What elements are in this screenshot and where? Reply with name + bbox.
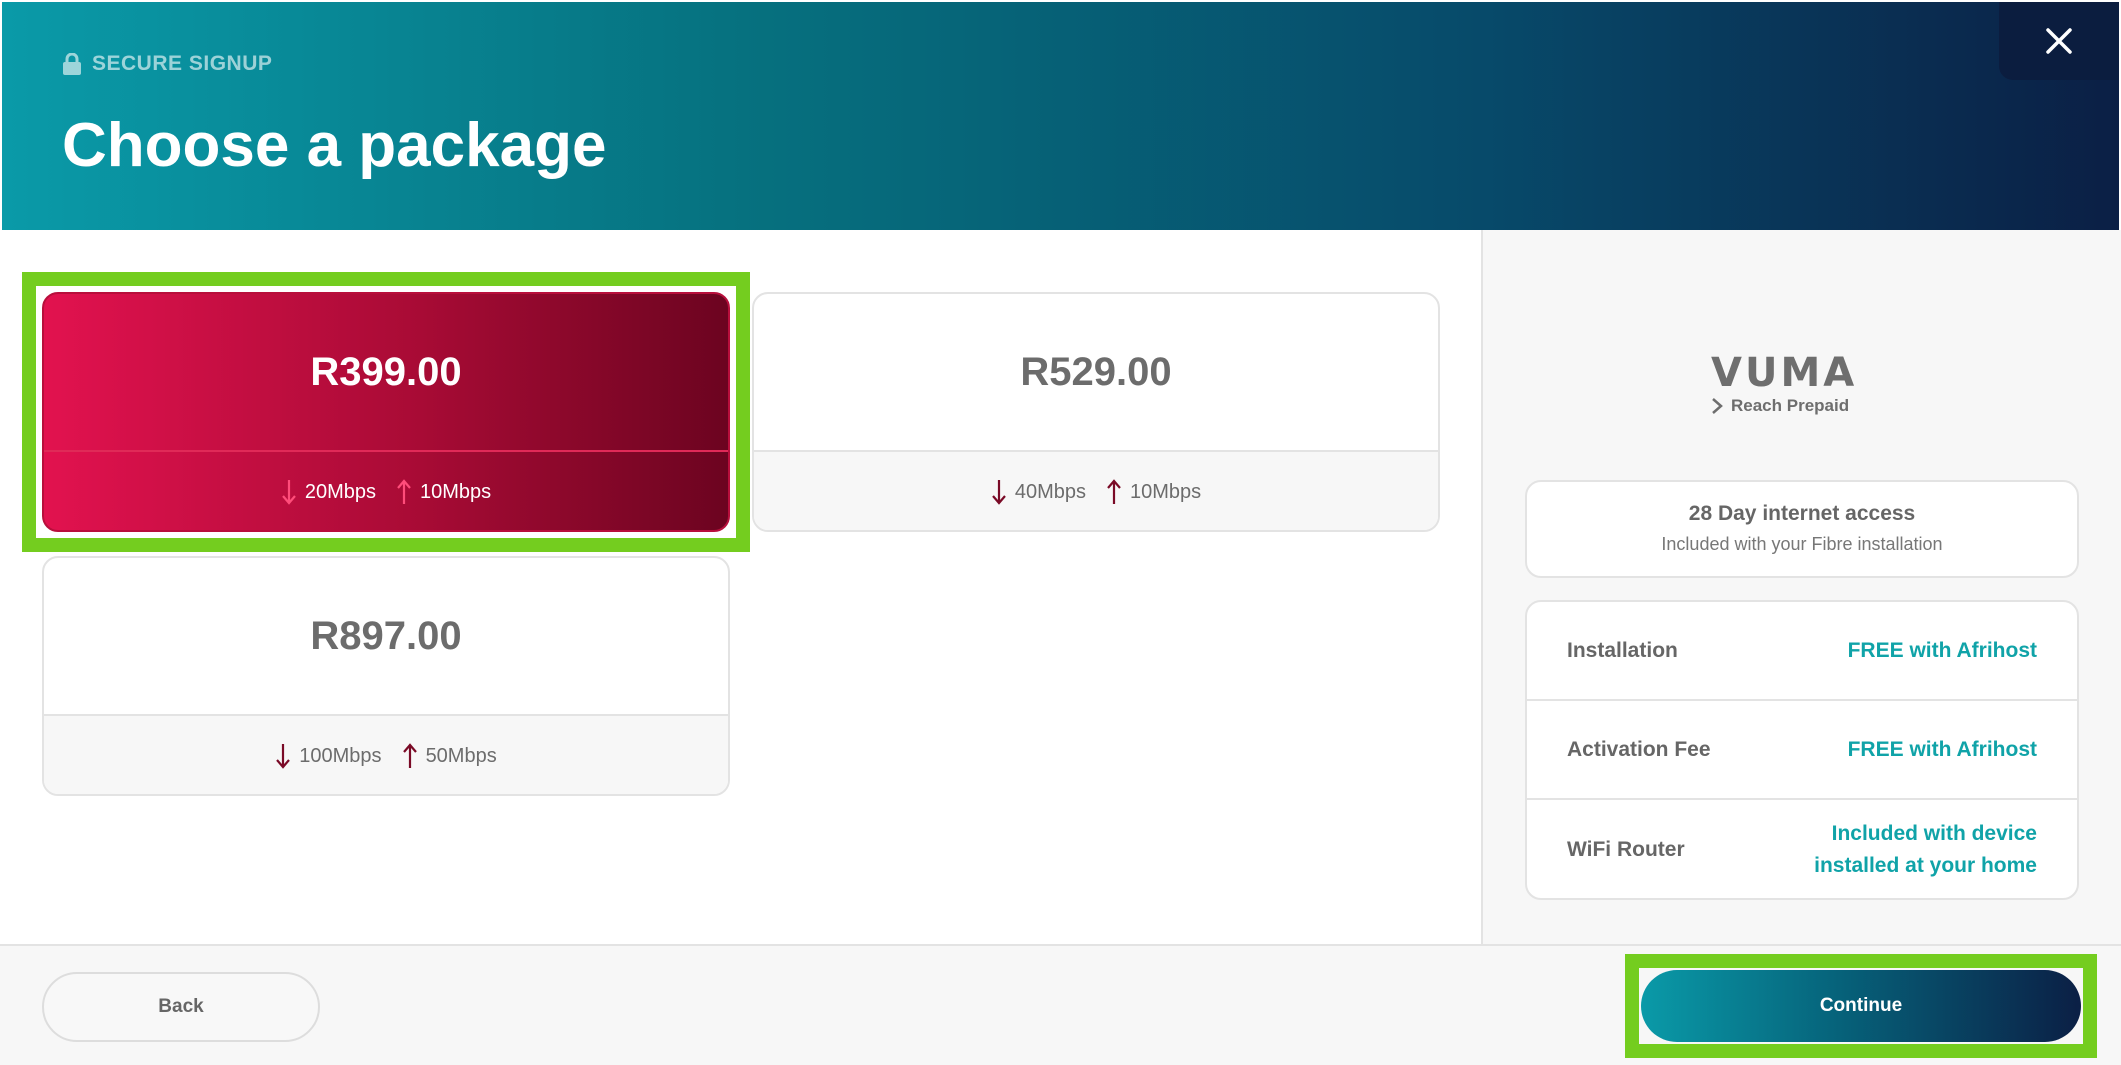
package-speeds: 20Mbps 10Mbps bbox=[44, 452, 728, 530]
fee-row-wifi-router: WiFi Router Included with device install… bbox=[1527, 800, 2077, 899]
page-title: Choose a package bbox=[62, 111, 607, 180]
provider-logo: VUMA Reach Prepaid bbox=[1711, 350, 1901, 416]
package-price: R399.00 bbox=[44, 294, 728, 452]
package-price: R529.00 bbox=[754, 294, 1438, 452]
package-speeds: 100Mbps 50Mbps bbox=[44, 716, 728, 794]
download-value: 100Mbps bbox=[299, 744, 382, 767]
package-price: R897.00 bbox=[44, 558, 728, 716]
package-card-r399[interactable]: R399.00 20Mbps 10Mbps bbox=[42, 292, 730, 532]
upload-speed: 50Mbps bbox=[402, 742, 497, 770]
continue-button[interactable]: Continue bbox=[1641, 970, 2081, 1042]
download-value: 20Mbps bbox=[304, 480, 376, 503]
secure-signup-label: SECURE SIGNUP bbox=[62, 52, 272, 76]
download-speed: 20Mbps bbox=[281, 478, 376, 506]
arrow-down-icon bbox=[992, 480, 1006, 505]
access-subtitle: Included with your Fibre installation bbox=[1661, 534, 1943, 554]
fee-label: Installation bbox=[1567, 638, 1678, 662]
arrow-up-icon bbox=[402, 743, 417, 768]
fee-value: FREE with Afrihost bbox=[1847, 638, 2037, 662]
package-grid: R399.00 20Mbps 10Mbps R529.00 40Mbps 10M… bbox=[0, 230, 1481, 944]
fee-value: Included with device installed at your h… bbox=[1814, 818, 2037, 882]
fee-row-activation: Activation Fee FREE with Afrihost bbox=[1527, 701, 2077, 800]
package-card-r529[interactable]: R529.00 40Mbps 10Mbps bbox=[752, 292, 1440, 532]
close-button[interactable] bbox=[1999, 2, 2119, 80]
upload-value: 10Mbps bbox=[1130, 480, 1202, 503]
fee-value: FREE with Afrihost bbox=[1847, 737, 2037, 761]
modal-footer: Back Continue bbox=[0, 944, 2121, 1065]
package-card-r897[interactable]: R897.00 100Mbps 50Mbps bbox=[42, 556, 730, 796]
fee-value-line2: installed at your home bbox=[1814, 853, 2037, 877]
arrow-up-icon bbox=[1107, 479, 1121, 504]
access-title: 28 Day internet access bbox=[1688, 502, 1916, 525]
provider-product: Reach Prepaid bbox=[1711, 396, 1901, 416]
download-speed: 40Mbps bbox=[991, 478, 1086, 506]
modal-header: SECURE SIGNUP Choose a package bbox=[2, 2, 2119, 230]
arrow-down-icon bbox=[276, 744, 291, 769]
package-summary-panel: VUMA Reach Prepaid 28 Day internet acces… bbox=[1481, 230, 2121, 944]
download-value: 40Mbps bbox=[1014, 480, 1086, 503]
provider-product-label: Reach Prepaid bbox=[1731, 396, 1850, 415]
arrow-up-icon bbox=[397, 479, 411, 504]
arrow-down-icon bbox=[282, 480, 296, 505]
fees-table: Installation FREE with Afrihost Activati… bbox=[1525, 600, 2079, 900]
package-speeds: 40Mbps 10Mbps bbox=[754, 452, 1438, 530]
download-speed: 100Mbps bbox=[275, 742, 382, 770]
upload-speed: 10Mbps bbox=[1106, 478, 1201, 506]
lock-icon bbox=[63, 53, 81, 75]
close-icon bbox=[2046, 28, 2072, 54]
secure-signup-text: SECURE SIGNUP bbox=[92, 52, 273, 75]
provider-name: VUMA bbox=[1711, 350, 1858, 396]
fee-row-installation: Installation FREE with Afrihost bbox=[1527, 602, 2077, 701]
fee-label: Activation Fee bbox=[1567, 737, 1711, 761]
fee-label: WiFi Router bbox=[1567, 837, 1685, 861]
back-button[interactable]: Back bbox=[42, 972, 320, 1042]
upload-value: 50Mbps bbox=[425, 744, 497, 767]
fee-value-line1: Included with device bbox=[1831, 821, 2037, 845]
chevron-right-icon bbox=[1712, 398, 1723, 414]
signup-modal: SECURE SIGNUP Choose a package R399.00 2… bbox=[0, 0, 2121, 1065]
internet-access-info: 28 Day internet access Included with you… bbox=[1525, 480, 2079, 578]
upload-value: 10Mbps bbox=[420, 480, 492, 503]
upload-speed: 10Mbps bbox=[396, 478, 491, 506]
